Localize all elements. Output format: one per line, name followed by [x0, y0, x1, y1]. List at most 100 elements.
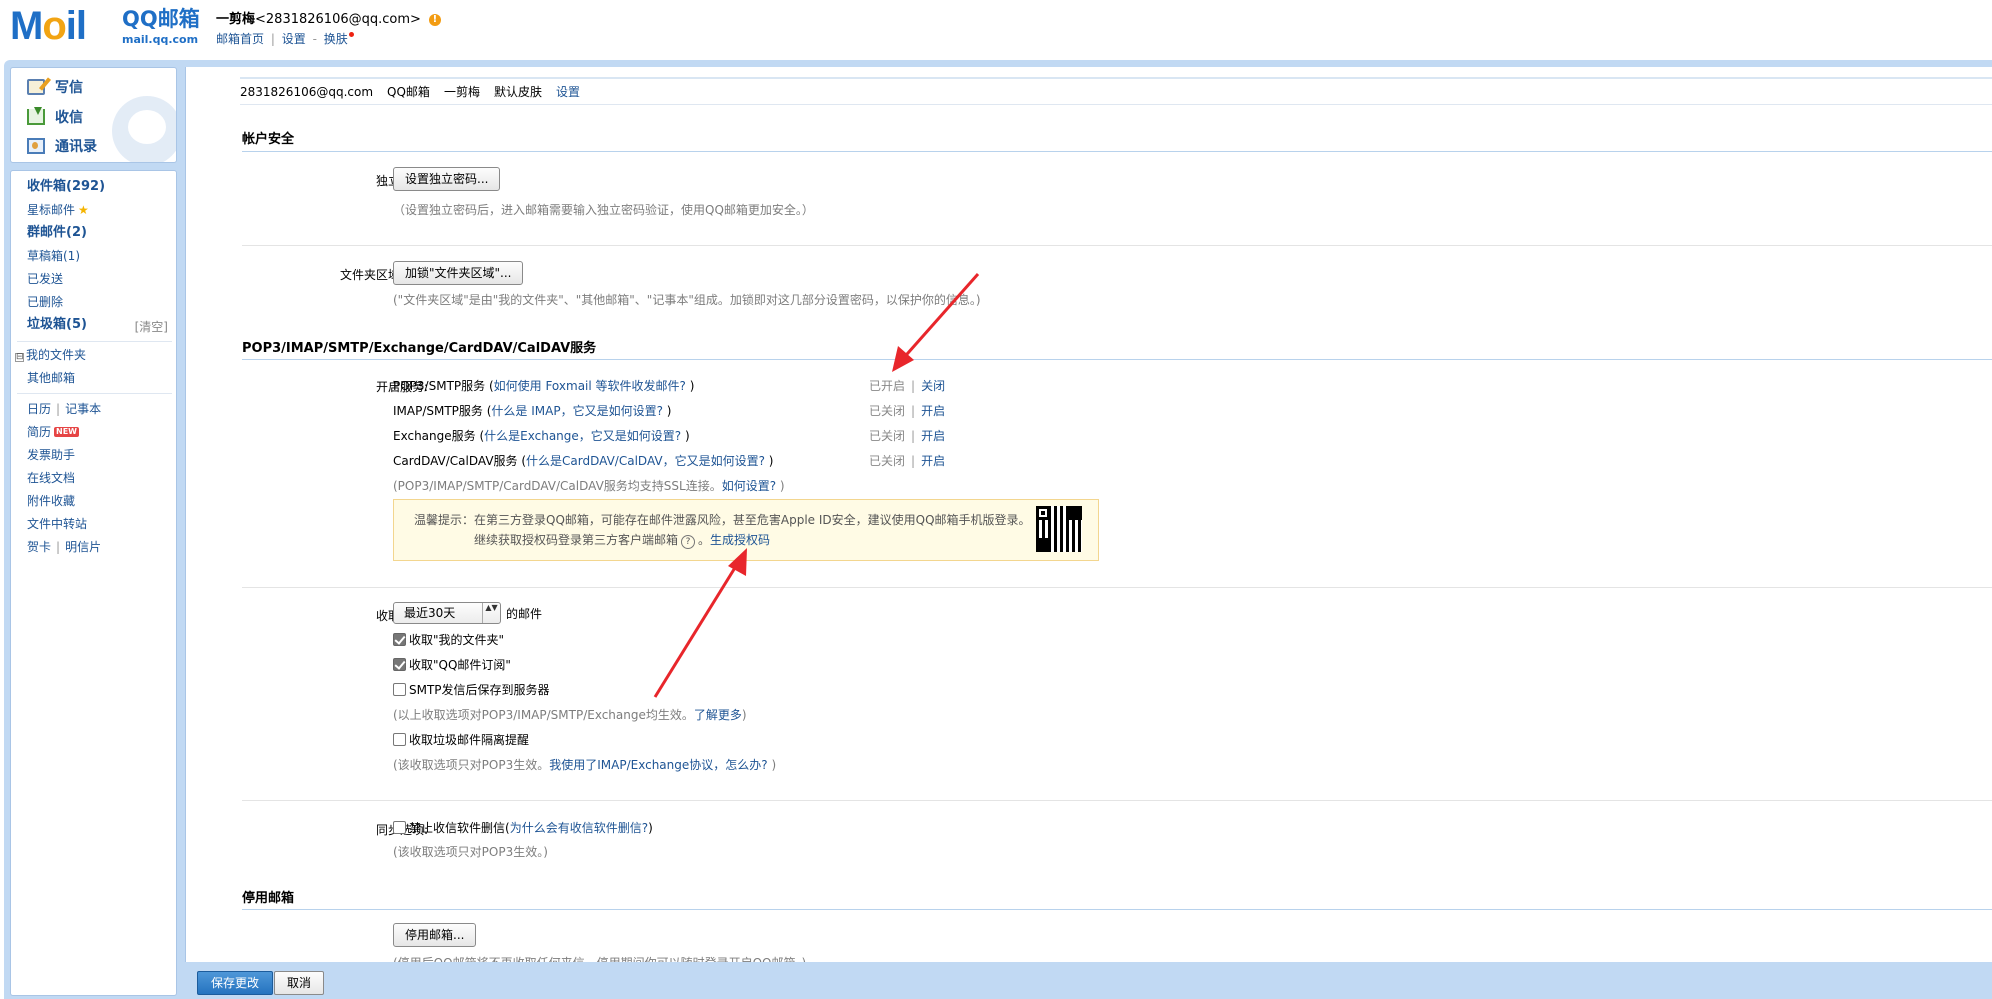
- nav-calendar-notes-row: 日历 | 记事本: [27, 401, 101, 417]
- set-password-button[interactable]: 设置独立密码...: [393, 167, 501, 191]
- separator: -: [312, 32, 317, 46]
- nav-my-folders[interactable]: ⊟ 我的文件夹: [15, 347, 86, 363]
- ssl-how-link[interactable]: 如何设置?: [722, 479, 776, 493]
- nav-spam[interactable]: 垃圾箱(5): [27, 317, 87, 333]
- select-arrows-icon: ▲▼: [482, 603, 500, 623]
- nav-drafts[interactable]: 草稿箱(1): [27, 248, 80, 264]
- section-rule: [242, 909, 1992, 910]
- service-name: POP3/SMTP服务: [393, 379, 486, 393]
- checkbox[interactable]: [393, 658, 406, 671]
- user-name: 一剪梅: [216, 12, 256, 27]
- nav-docs[interactable]: 在线文档: [27, 470, 75, 486]
- option-spam-quarantine-reminder[interactable]: 收取垃圾邮件隔离提醒: [393, 731, 529, 748]
- checkbox[interactable]: [393, 683, 406, 696]
- service-help-link[interactable]: 什么是CardDAV/CalDAV，它又是如何设置?: [526, 454, 765, 468]
- nav-card[interactable]: 贺卡: [27, 540, 51, 554]
- nav-calendar[interactable]: 日历: [27, 402, 51, 416]
- service-toggle-link[interactable]: 开启: [921, 454, 945, 468]
- checkbox[interactable]: [393, 821, 406, 834]
- warning-icon[interactable]: !: [428, 14, 441, 26]
- warning-line-2: 继续获取授权码登录第三方客户端邮箱? 。生成授权码: [474, 533, 771, 549]
- contacts-button[interactable]: 通讯录: [27, 135, 97, 157]
- nav-group-mail[interactable]: 群邮件(2): [27, 225, 87, 241]
- settings-link[interactable]: 设置: [282, 32, 306, 46]
- qr-code-icon: [1036, 506, 1082, 552]
- write-button[interactable]: 写信: [27, 76, 83, 98]
- nav-postcard[interactable]: 明信片: [65, 540, 101, 554]
- service-toggle-link[interactable]: 开启: [921, 404, 945, 418]
- section-rule: [242, 359, 1992, 360]
- service-row-pop3: POP3/SMTP服务 (如何使用 Foxmail 等软件收发邮件? ) 已开启…: [393, 379, 946, 393]
- cancel-button[interactable]: 取消: [274, 971, 325, 995]
- breadcrumb: 2831826106@qq.com QQ邮箱 一剪梅 默认皮肤 设置: [240, 77, 1992, 105]
- nav-resume-label: 简历: [27, 425, 52, 439]
- service-help-link[interactable]: 什么是 IMAP，它又是如何设置?: [491, 404, 663, 418]
- learn-more-link[interactable]: 了解更多: [694, 708, 742, 722]
- divider: [242, 587, 1992, 588]
- mailbox-home-link[interactable]: 邮箱首页: [216, 32, 264, 46]
- lock-folder-button[interactable]: 加锁"文件夹区域"...: [393, 261, 524, 285]
- nav-starred[interactable]: 星标邮件 ★: [27, 202, 89, 218]
- receive-range-select[interactable]: 最近30天 ▲▼: [393, 602, 501, 624]
- contacts-icon: [27, 138, 45, 154]
- save-changes-button[interactable]: 保存更改: [197, 971, 274, 995]
- option-smtp-save-to-server[interactable]: SMTP发信后保存到服务器: [393, 681, 550, 698]
- receive-range-value: 最近30天: [404, 606, 456, 620]
- clear-spam-link[interactable]: [清空]: [135, 318, 168, 335]
- option-forbid-client-delete[interactable]: 禁止收信软件删信 (为什么会有收信软件删信? ): [393, 819, 653, 836]
- service-toggle-link[interactable]: 开启: [921, 429, 945, 443]
- service-name: IMAP/SMTP服务: [393, 404, 483, 418]
- nav-resume[interactable]: 简历 NEW: [27, 424, 79, 440]
- separator: |: [56, 540, 61, 554]
- section-title-disable-mailbox: 停用邮箱: [242, 891, 295, 906]
- nav-card-row: 贺卡 | 明信片: [27, 539, 101, 555]
- service-help-link[interactable]: 什么是Exchange，它又是如何设置?: [484, 429, 681, 443]
- service-name: Exchange服务: [393, 429, 476, 443]
- nav-starred-label: 星标邮件: [27, 203, 76, 217]
- option-receive-qq-subscription[interactable]: 收取"QQ邮件订阅": [393, 656, 511, 673]
- sync-tip: (该收取选项只对POP3生效。): [393, 845, 548, 859]
- option-receive-my-folders[interactable]: 收取"我的文件夹": [393, 631, 504, 648]
- nav-notes[interactable]: 记事本: [65, 402, 101, 416]
- skin-link[interactable]: 换肤: [324, 32, 348, 46]
- nav-deleted[interactable]: 已删除: [27, 294, 63, 310]
- nav-inbox[interactable]: 收件箱(292): [27, 179, 105, 195]
- section-title-services: POP3/IMAP/SMTP/Exchange/CardDAV/CalDAV服务: [242, 341, 597, 356]
- folder-list: 收件箱(292) 星标邮件 ★ 群邮件(2) 草稿箱(1) 已发送 已删除 垃圾箱…: [10, 170, 177, 996]
- divider: [17, 341, 172, 342]
- password-tip: （设置独立密码后，进入邮箱需要输入独立密码验证，使用QQ邮箱更加安全。）: [393, 203, 814, 217]
- new-badge: NEW: [54, 427, 79, 437]
- logo-domain: mail.qq.com: [122, 33, 199, 46]
- checkbox[interactable]: [393, 633, 406, 646]
- nav-attachments[interactable]: 附件收藏: [27, 493, 75, 509]
- footer-action-bar: 保存更改 取消: [191, 962, 1992, 999]
- checkbox[interactable]: [393, 733, 406, 746]
- service-row-carddav: CardDAV/CalDAV服务 (什么是CardDAV/CalDAV，它又是如…: [393, 454, 946, 468]
- service-name: CardDAV/CalDAV服务: [393, 454, 518, 468]
- section-title-account-security: 帐户安全: [242, 132, 295, 147]
- folder-lock-tip: ("文件夹区域"是由"我的文件夹"、"其他邮箱"、"记事本"组成。加锁即对这几部…: [393, 293, 981, 307]
- nav-transfer[interactable]: 文件中转站: [27, 516, 87, 532]
- service-toggle-link[interactable]: 关闭: [921, 379, 945, 393]
- receive-options-tip: (以上收取选项对POP3/IMAP/SMTP/Exchange均生效。了解更多): [393, 708, 747, 722]
- nav-actions: 写信 收信 通讯录: [10, 67, 177, 163]
- disable-mailbox-button[interactable]: 停用邮箱...: [393, 923, 477, 947]
- nav-other-mail[interactable]: 其他邮箱: [27, 370, 75, 386]
- client-delete-help-link[interactable]: 为什么会有收信软件删信?: [510, 819, 648, 836]
- qq-mail-logo[interactable]: Moil QQ邮箱 mail.qq.com: [10, 6, 200, 46]
- receive-button[interactable]: 收信: [27, 106, 83, 128]
- nav-invoice[interactable]: 发票助手: [27, 447, 75, 463]
- nav-sent[interactable]: 已发送: [27, 271, 63, 287]
- warning-line-1: 温馨提示：在第三方登录QQ邮箱，可能存在邮件泄露风险，甚至危害Apple ID安…: [414, 513, 1031, 527]
- ssl-tip: (POP3/IMAP/SMTP/CardDAV/CalDAV服务均支持SSL连接…: [393, 479, 785, 493]
- help-icon[interactable]: ?: [681, 535, 696, 549]
- user-info: 一剪梅<2831826106@qq.com>! 邮箱首页 | 设置 - 换肤: [216, 8, 441, 47]
- service-status: 已开启: [869, 379, 906, 393]
- service-help-link[interactable]: 如何使用 Foxmail 等软件收发邮件?: [494, 379, 686, 393]
- separator: |: [270, 32, 275, 46]
- breadcrumb-settings[interactable]: 设置: [556, 85, 580, 99]
- penguin-watermark-icon: [112, 96, 176, 162]
- imap-exchange-help-link[interactable]: 我使用了IMAP/Exchange协议，怎么办?: [549, 758, 767, 772]
- collapse-toggle-icon[interactable]: ⊟: [15, 353, 24, 362]
- generate-auth-code-link[interactable]: 生成授权码: [710, 533, 770, 547]
